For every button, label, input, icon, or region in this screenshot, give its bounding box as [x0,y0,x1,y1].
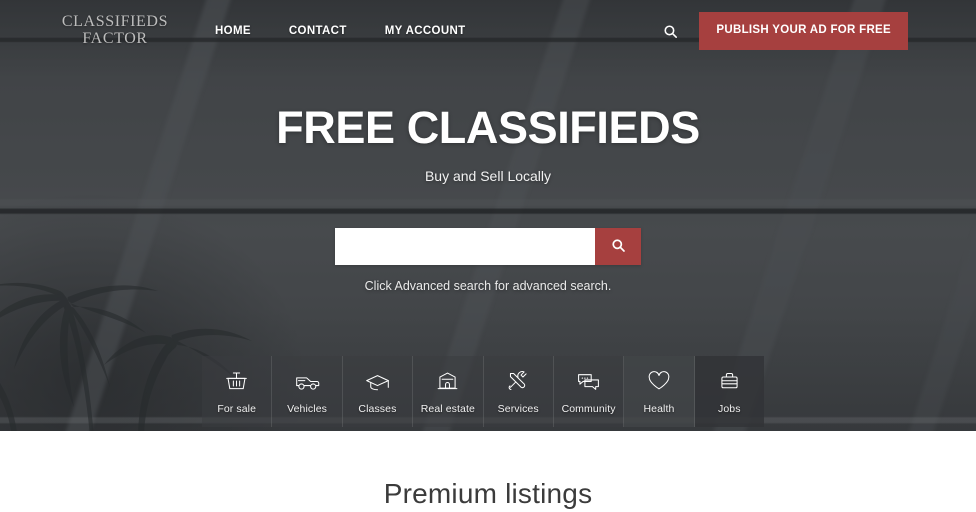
premium-listings-title: Premium listings [383,478,593,509]
graduation-cap-icon [364,368,391,394]
category-bar: For sale Vehicles Classes Real estate Se… [202,356,764,427]
house-icon [435,368,460,394]
category-jobs[interactable]: Jobs [694,356,764,427]
category-services[interactable]: Services [484,356,554,427]
hero-search-bar [335,228,641,266]
category-health[interactable]: Health [624,356,695,427]
advanced-search-hint: Click Advanced search for advanced searc… [364,279,612,294]
header-actions: PUBLISH YOUR AD FOR FREE [655,12,908,50]
category-label: Community [561,403,616,415]
category-label: Services [497,403,539,415]
site-logo[interactable]: CLASSIFIEDS FACTOR [56,13,174,48]
category-classes[interactable]: Classes [343,356,414,427]
tools-icon [506,368,531,394]
publish-ad-button[interactable]: PUBLISH YOUR AD FOR FREE [699,12,908,50]
main-navigation: HOME CONTACT MY ACCOUNT [196,17,485,45]
category-label: Real estate [420,403,475,415]
category-community[interactable]: Community [554,356,625,427]
category-label: Jobs [718,403,741,415]
car-icon [294,368,321,394]
nav-contact[interactable]: CONTACT [270,17,366,45]
premium-listings-section: Premium listings [0,431,976,512]
category-label: Classes [358,403,397,415]
logo-line-1: CLASSIFIEDS [61,13,169,31]
category-vehicles[interactable]: Vehicles [272,356,343,427]
category-for-sale[interactable]: For sale [202,356,273,427]
site-header: CLASSIFIEDS FACTOR HOME CONTACT MY ACCOU… [0,0,976,62]
category-label: Health [643,403,675,415]
nav-my-account[interactable]: MY ACCOUNT [366,17,485,45]
category-label: For sale [217,403,257,415]
category-label: Vehicles [287,403,328,415]
category-real-estate[interactable]: Real estate [413,356,484,427]
speech-bubbles-icon [575,368,602,394]
basket-icon [224,368,249,394]
search-submit-button[interactable] [595,228,641,266]
briefcase-icon [717,368,742,394]
search-icon [611,238,626,256]
nav-home[interactable]: HOME [196,17,270,45]
search-icon[interactable] [655,16,685,46]
hero-banner: CLASSIFIEDS FACTOR HOME CONTACT MY ACCOU… [0,0,976,431]
search-input[interactable] [335,228,595,266]
heart-icon [646,368,672,394]
hero-subtitle: Buy and Sell Locally [424,168,552,185]
logo-line-2: FACTOR [82,30,148,47]
hero-title: FREE CLASSIFIEDS [276,102,700,153]
